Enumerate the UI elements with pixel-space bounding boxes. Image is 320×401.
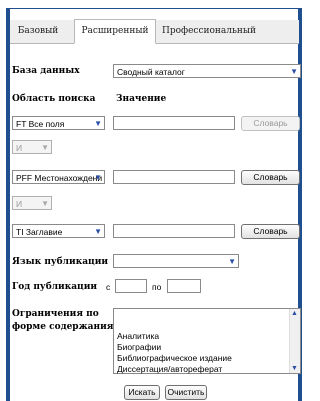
chevron-down-icon: ▼ bbox=[94, 227, 102, 236]
chevron-down-icon: ▼ bbox=[94, 173, 102, 182]
listbox-scrollbar[interactable]: ▲ ▼ bbox=[289, 309, 300, 373]
chevron-down-icon: ▼ bbox=[290, 67, 298, 76]
content-listbox[interactable]: Аналитика Биографии Библиографическое из… bbox=[113, 308, 301, 374]
database-value: Сводный каталог bbox=[117, 67, 185, 77]
list-item[interactable]: Библиографическое издание bbox=[117, 353, 232, 364]
year-to-input[interactable] bbox=[167, 279, 201, 293]
operator-select-1-value: И bbox=[16, 143, 23, 153]
list-item[interactable]: Аналитика bbox=[117, 331, 232, 342]
operator-select-2-value: И bbox=[16, 199, 23, 209]
operator-select-1[interactable]: И ▼ bbox=[12, 140, 52, 154]
database-select[interactable]: Сводный каталог ▼ bbox=[113, 64, 301, 78]
tab-basic[interactable]: Базовый bbox=[14, 20, 62, 42]
clear-button[interactable]: Очистить bbox=[165, 385, 207, 400]
chevron-down-icon: ▼ bbox=[94, 119, 102, 128]
year-label: Год публикации bbox=[12, 282, 98, 292]
language-select[interactable]: ▼ bbox=[113, 254, 239, 268]
value-label: Значение bbox=[116, 94, 167, 104]
chevron-down-icon: ▼ bbox=[41, 143, 49, 152]
search-area-label: Область поиска bbox=[12, 94, 96, 104]
list-item[interactable]: Диссертация/автореферат bbox=[117, 364, 232, 375]
chevron-down-icon: ▼ bbox=[228, 257, 236, 266]
search-input-1[interactable] bbox=[113, 116, 235, 130]
dictionary-button-1[interactable]: Словарь bbox=[241, 116, 300, 131]
field-select-1-value: FT Все поля bbox=[16, 119, 65, 129]
search-button[interactable]: Искать bbox=[124, 385, 160, 400]
content-label-line2: форме содержания bbox=[12, 322, 114, 332]
language-label: Язык публикации bbox=[12, 257, 109, 267]
tab-bar: Базовый Расширенный Профессиональный bbox=[10, 19, 299, 44]
tab-advanced[interactable]: Расширенный bbox=[74, 19, 156, 44]
year-to-label: по bbox=[152, 282, 162, 292]
database-label: База данных bbox=[12, 66, 80, 76]
chevron-up-icon[interactable]: ▲ bbox=[291, 310, 298, 317]
field-select-3[interactable]: TI Заглавие ▼ bbox=[12, 224, 105, 238]
content-label-line1: Ограничения по bbox=[12, 309, 99, 319]
field-select-1[interactable]: FT Все поля ▼ bbox=[12, 116, 105, 130]
field-select-2[interactable]: PFF Местонахождени ▼ bbox=[12, 170, 105, 184]
chevron-down-icon: ▼ bbox=[41, 199, 49, 208]
field-select-3-value: TI Заглавие bbox=[16, 227, 63, 237]
search-input-3[interactable] bbox=[113, 224, 235, 238]
list-item[interactable]: Биографии bbox=[117, 342, 232, 353]
dictionary-button-3[interactable]: Словарь bbox=[241, 224, 300, 239]
dictionary-button-2[interactable]: Словарь bbox=[241, 170, 300, 185]
operator-select-2[interactable]: И ▼ bbox=[12, 196, 52, 210]
search-input-2[interactable] bbox=[113, 170, 235, 184]
year-from-label: с bbox=[106, 282, 111, 292]
field-select-2-value: PFF Местонахождени bbox=[16, 173, 103, 183]
tab-professional[interactable]: Профессиональный bbox=[162, 20, 256, 42]
year-from-input[interactable] bbox=[115, 279, 147, 293]
chevron-down-icon[interactable]: ▼ bbox=[291, 365, 298, 372]
